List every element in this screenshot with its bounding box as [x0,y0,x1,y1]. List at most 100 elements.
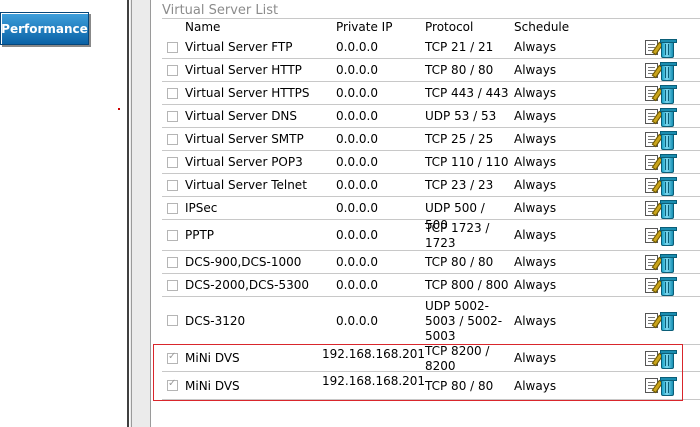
row-checkbox[interactable] [167,256,178,268]
red-dot [118,108,120,110]
row-checkbox[interactable] [167,87,178,99]
content-panel: Virtual Server List Name Private IP Prot… [151,0,700,427]
edit-icon[interactable] [645,62,658,78]
trash-icon[interactable] [660,276,677,296]
sidebar: Performance [0,0,130,427]
row-schedule: Always [514,313,557,328]
row-private-ip: 0.0.0.0 [336,313,378,328]
row-checkbox[interactable] [167,156,178,168]
edit-icon[interactable] [645,313,658,328]
row-name: Virtual Server POP3 [185,155,303,169]
table-row: PPTP 0.0.0.0 TCP 1723 /1723 Always [162,220,700,251]
row-checkbox[interactable] [167,179,178,191]
edit-icon[interactable] [645,85,658,101]
table-row: MiNi DVS 192.168.168.201TCP 80 / 80 Always [162,372,700,400]
table-row: Virtual Server SMTP 0.0.0.0 TCP 25 / 25 Alw… [162,128,700,151]
trash-icon[interactable] [660,84,677,104]
trash-icon[interactable] [660,38,677,58]
performance-button[interactable]: Performance [0,12,89,45]
row-protocol: TCP 21 / 21 [425,40,494,54]
row-protocol: TCP 80 / 80 [425,378,494,393]
header-private-ip: Private IP [336,20,393,34]
edit-icon[interactable] [645,39,658,55]
table-row: Virtual Server DNS 0.0.0.0 UDP 53 / 53 Alwa… [162,105,700,128]
row-schedule: Always [514,132,557,146]
row-checkbox[interactable] [167,351,178,364]
row-private-ip: 0.0.0.0 [336,132,378,146]
edit-icon[interactable] [645,154,658,170]
frame-gutter [130,0,150,427]
edit-icon[interactable] [645,200,658,216]
row-schedule: Always [514,278,557,292]
trash-icon[interactable] [660,349,677,369]
row-name: DCS-900,DCS-1000 [185,255,302,269]
row-protocol: UDP 5002- 5003 / 5002- 5003 [425,298,503,343]
row-schedule: Always [514,63,557,77]
row-checkbox[interactable] [167,315,178,326]
edit-icon[interactable] [645,350,658,366]
frame-divider-inner [131,0,132,427]
table-row: Virtual Server POP3 0.0.0.0 TCP 110 / 110 A… [162,151,700,174]
row-private-ip: 192.168.168.201 [322,374,426,388]
row-private-ip: 0.0.0.0 [336,228,378,242]
header-protocol: Protocol [425,20,474,34]
row-checkbox[interactable] [167,378,178,391]
edit-icon[interactable] [645,108,658,124]
row-checkbox[interactable] [167,202,178,214]
row-private-ip: 0.0.0.0 [336,40,378,54]
edit-icon[interactable] [645,378,658,393]
trash-icon[interactable] [660,130,677,150]
row-schedule: Always [514,255,557,269]
edit-icon[interactable] [645,277,658,293]
header-schedule: Schedule [514,20,570,34]
table-row: MiNi DVS 192.168.168.201TCP 8200 /8200 Alw… [162,344,700,373]
row-schedule: Always [514,351,557,365]
row-schedule: Always [514,178,557,192]
table-row: IPSec 0.0.0.0 UDP 500 / 500 Always [162,197,700,232]
row-schedule: Always [514,378,557,393]
row-protocol: TCP 23 / 23 [425,178,494,192]
row-private-ip: 0.0.0.0 [336,201,378,215]
row-checkbox[interactable] [167,133,178,145]
table-row: DCS-2000,DCS-5300 0.0.0.0 TCP 800 / 800 Alw… [162,274,700,297]
row-protocol: TCP 80 / 80 [425,255,494,269]
trash-icon[interactable] [660,377,677,396]
row-private-ip: 0.0.0.0 [336,155,378,169]
trash-icon[interactable] [660,61,677,81]
row-checkbox[interactable] [167,64,178,76]
row-schedule: Always [514,155,557,169]
trash-icon[interactable] [660,199,677,219]
row-private-ip: 0.0.0.0 [336,255,378,269]
table-row: Virtual Server HTTPS 0.0.0.0 TCP 443 / 443… [162,82,700,105]
trash-icon[interactable] [660,253,677,273]
edit-icon[interactable] [645,177,658,193]
header-name: Name [185,20,221,34]
trash-icon[interactable] [660,153,677,173]
row-name: MiNi DVS [185,351,240,365]
row-checkbox[interactable] [167,41,178,53]
row-name: Virtual Server SMTP [185,132,304,146]
row-private-ip: 0.0.0.0 [336,109,378,123]
row-checkbox[interactable] [167,229,178,241]
row-private-ip: 0.0.0.0 [336,178,378,192]
row-private-ip: 0.0.0.0 [336,63,378,77]
edit-icon[interactable] [645,227,658,243]
row-checkbox[interactable] [167,110,178,122]
edit-icon[interactable] [645,131,658,147]
row-protocol: TCP 443 / 443 [425,86,509,100]
section-title: Virtual Server List [162,3,279,18]
row-name: DCS-3120 [185,313,246,328]
trash-icon[interactable] [660,312,677,331]
row-protocol: TCP 1723 /1723 [425,220,490,250]
table-row: DCS-900,DCS-1000 0.0.0.0 TCP 80 / 80 Always [162,251,700,274]
row-checkbox[interactable] [167,279,178,291]
row-name: Virtual Server HTTP [185,63,302,77]
trash-icon[interactable] [660,226,677,246]
row-protocol: UDP 53 / 53 [425,109,497,123]
table-row: Virtual Server HTTP 0.0.0.0 TCP 80 / 80 Alw… [162,59,700,82]
table-row: Virtual Server FTP 0.0.0.0 TCP 21 / 21 Alwa… [162,36,700,59]
trash-icon[interactable] [660,176,677,196]
edit-icon[interactable] [645,254,658,270]
trash-icon[interactable] [660,107,677,127]
row-name: IPSec [185,201,218,215]
